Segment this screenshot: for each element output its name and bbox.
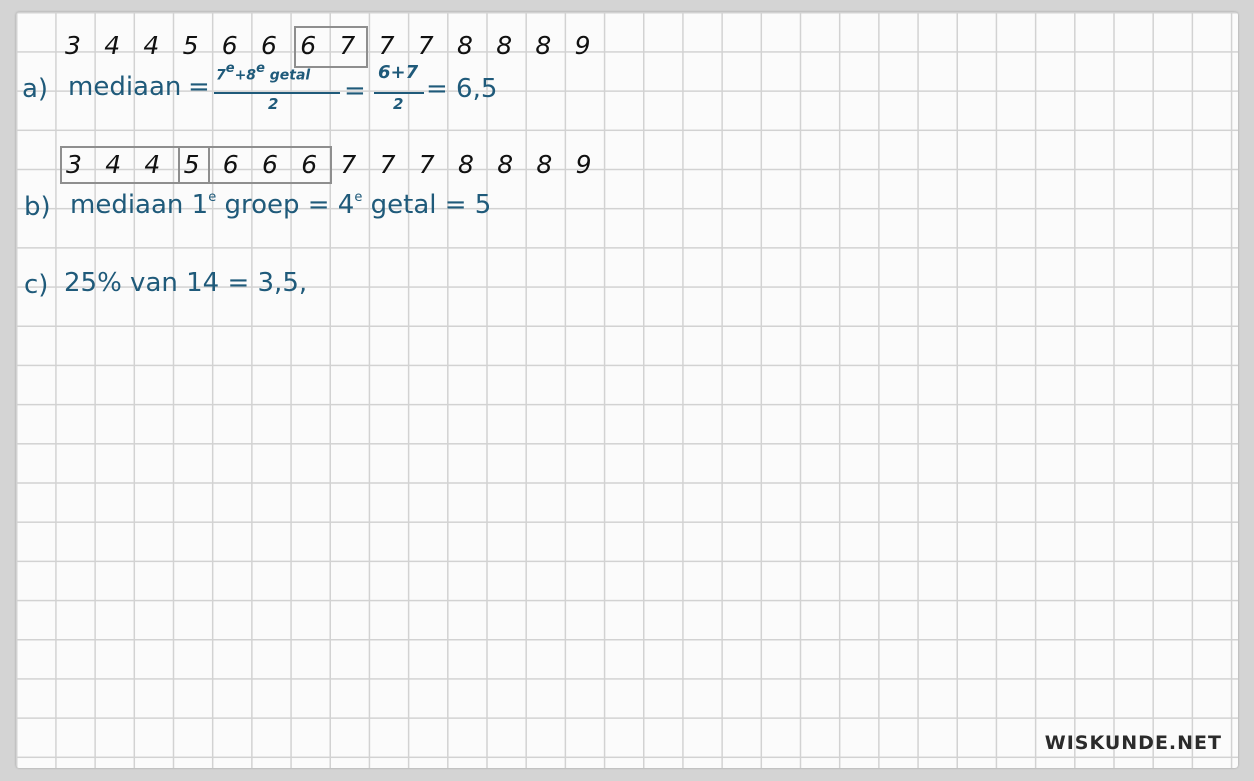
result-a: = 6,5	[426, 74, 498, 104]
data-number: 7	[379, 150, 396, 179]
data-number: 8	[536, 150, 553, 179]
quartile-calc-text: 25% van 14 = 3,5,	[64, 268, 308, 298]
fraction-1-bar	[214, 92, 340, 94]
screen-frame: 34456667778889 a) mediaan = 7e+8e getal …	[0, 0, 1254, 781]
fraction-2-bar	[374, 92, 424, 94]
fraction-1-numerator: 7e+8e getal	[216, 61, 311, 84]
data-number: 8	[458, 150, 474, 179]
data-number: 5	[182, 31, 199, 60]
grid-whiteboard: 34456667778889 a) mediaan = 7e+8e getal …	[16, 12, 1238, 768]
data-number: 9	[575, 150, 592, 179]
data-number: 4	[104, 31, 121, 60]
data-number: 4	[143, 31, 160, 60]
mediaan-word-a: mediaan	[68, 72, 182, 102]
data-number: 7	[340, 150, 357, 179]
data-number: 6	[221, 31, 238, 60]
label-c: c)	[24, 270, 49, 300]
data-number: 6	[261, 31, 277, 60]
data-number: 7	[418, 150, 435, 179]
label-a: a)	[22, 74, 49, 104]
data-number: 8	[457, 31, 473, 60]
data-number: 8	[497, 150, 514, 179]
median-box-a	[294, 26, 368, 68]
fraction-2-denominator: 2	[393, 95, 404, 113]
data-number: 3	[65, 31, 81, 60]
label-b: b)	[24, 192, 51, 222]
equals-2: =	[344, 76, 366, 106]
fraction-2-numerator: 6+7	[378, 62, 419, 83]
data-number: 7	[417, 31, 434, 60]
fraction-1-denominator: 2	[268, 95, 279, 113]
data-number: 8	[496, 31, 513, 60]
data-number: 9	[574, 31, 591, 60]
equals-1: =	[188, 72, 210, 102]
data-number: 7	[378, 31, 395, 60]
wiskunde-watermark: WISKUNDE.NET	[1044, 732, 1222, 754]
data-number: 8	[535, 31, 552, 60]
median-box-b	[178, 146, 210, 184]
median-first-group-text: mediaan 1e groep = 4e getal = 5	[70, 190, 492, 220]
